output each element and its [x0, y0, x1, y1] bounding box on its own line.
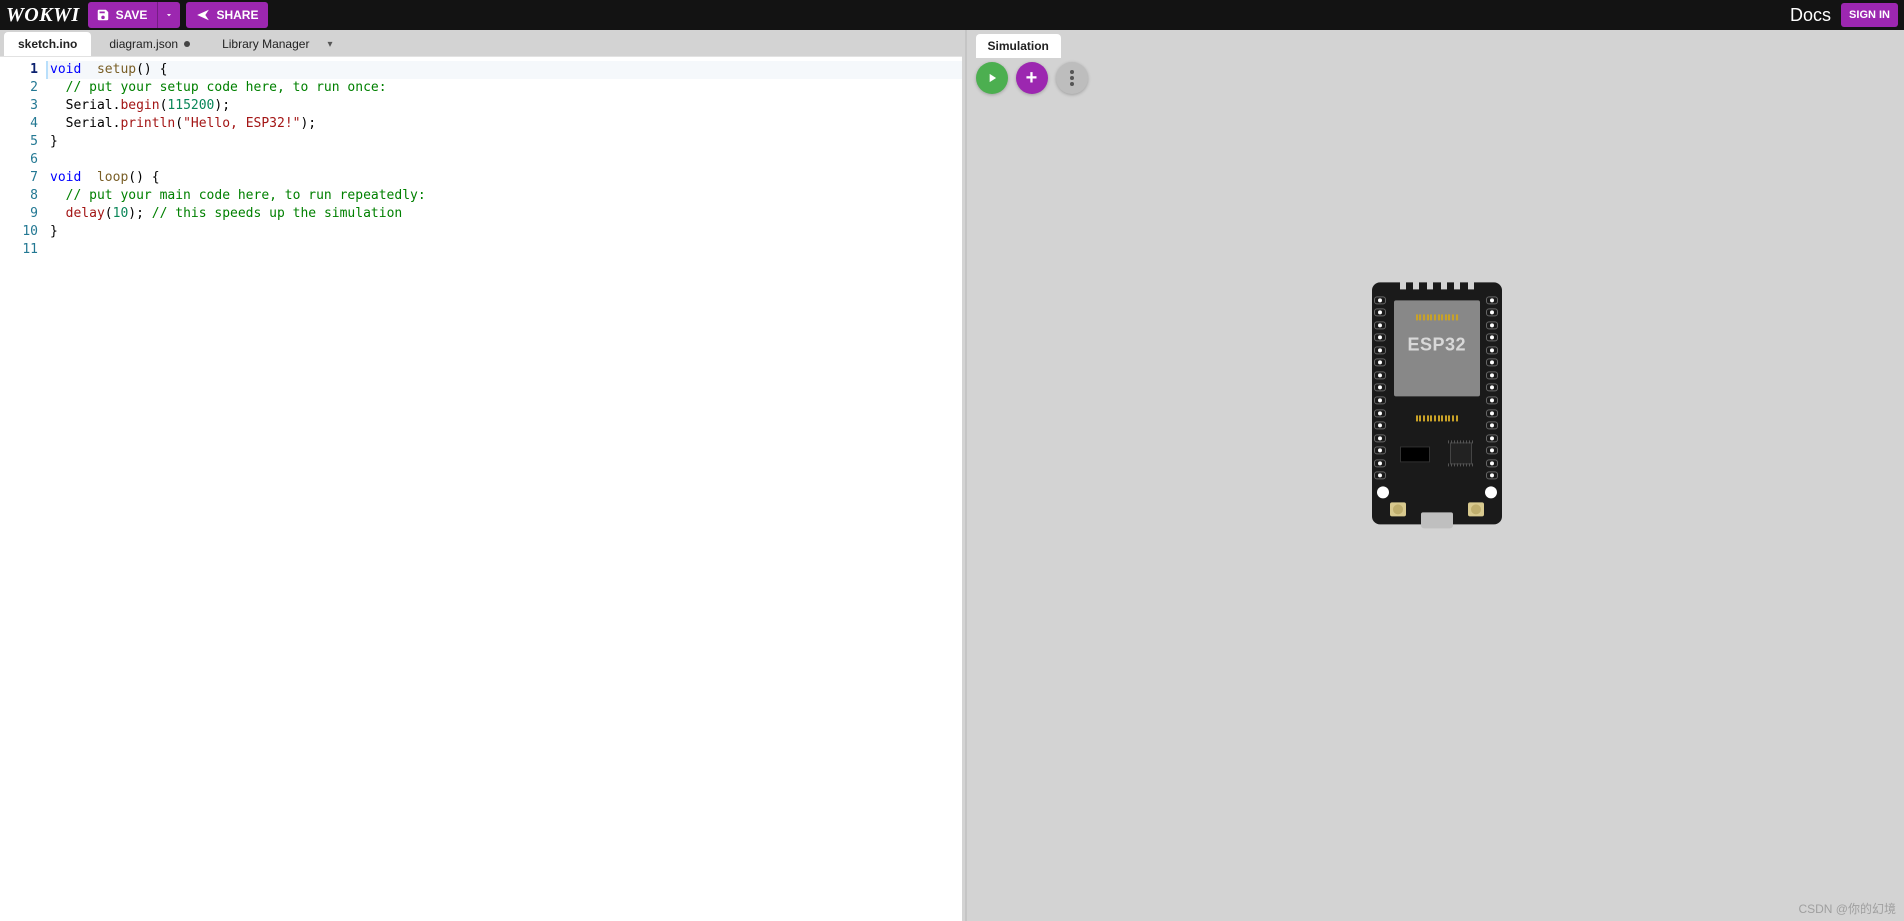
logo[interactable]: WOKWI [6, 4, 80, 27]
more-vert-icon [1070, 70, 1074, 86]
run-button[interactable] [976, 62, 1008, 94]
esp32-shield: ESP32 [1394, 300, 1480, 396]
code-line[interactable]: } [46, 223, 962, 241]
tab-diagram-json[interactable]: diagram.json [95, 32, 204, 56]
board-button-boot[interactable] [1468, 502, 1484, 516]
share-button[interactable]: SHARE [186, 2, 268, 28]
code-line[interactable]: // put your main code here, to run repea… [46, 187, 962, 205]
docs-link[interactable]: Docs [1790, 5, 1831, 26]
save-dropdown-button[interactable] [157, 2, 180, 28]
code-line[interactable] [46, 241, 962, 259]
topbar: WOKWI SAVE SHARE Docs SIGN IN [0, 0, 1904, 30]
esp32-board[interactable]: ESP32 [1372, 282, 1502, 524]
code-line[interactable]: Serial.println("Hello, ESP32!"); [46, 115, 962, 133]
share-label: SHARE [216, 8, 258, 22]
editor-tabs: sketch.inodiagram.jsonLibrary Manager▾ [0, 30, 962, 56]
dirty-dot-icon [184, 41, 190, 47]
code-area[interactable]: void setup() { // put your setup code he… [46, 57, 962, 921]
more-options-button[interactable] [1056, 62, 1088, 94]
code-editor[interactable]: 1234567891011 void setup() { // put your… [0, 56, 962, 921]
simulation-toolbar: + [976, 62, 1088, 94]
editor-pane: sketch.inodiagram.jsonLibrary Manager▾ 1… [0, 30, 962, 921]
save-button[interactable]: SAVE [88, 2, 158, 28]
save-button-group: SAVE [88, 2, 181, 28]
simulation-tabs: Simulation [976, 34, 1061, 58]
board-usb-port [1421, 512, 1453, 528]
caret-down-icon: ▾ [327, 39, 332, 50]
code-line[interactable]: Serial.begin(115200); [46, 97, 962, 115]
save-icon [96, 8, 110, 22]
tab-library-manager[interactable]: Library Manager▾ [208, 32, 346, 56]
simulation-pane: Simulation + ESP32 [970, 30, 1904, 921]
board-regulator [1400, 446, 1430, 462]
add-part-button[interactable]: + [1016, 62, 1048, 94]
caret-down-icon [164, 10, 174, 20]
pane-splitter[interactable] [962, 30, 970, 921]
code-line[interactable]: void loop() { [46, 169, 962, 187]
code-line[interactable]: delay(10); // this speeds up the simulat… [46, 205, 962, 223]
plus-icon: + [1026, 68, 1038, 88]
code-line[interactable]: void setup() { [46, 61, 962, 79]
workspace: sketch.inodiagram.jsonLibrary Manager▾ 1… [0, 30, 1904, 921]
esp32-label: ESP32 [1394, 334, 1480, 355]
board-chip [1450, 442, 1472, 464]
code-line[interactable]: // put your setup code here, to run once… [46, 79, 962, 97]
tab-simulation[interactable]: Simulation [976, 34, 1061, 58]
share-icon [196, 8, 210, 22]
play-icon [985, 71, 999, 85]
tab-sketch-ino[interactable]: sketch.ino [4, 32, 91, 56]
code-line[interactable] [46, 151, 962, 169]
board-button-en[interactable] [1390, 502, 1406, 516]
code-line[interactable]: } [46, 133, 962, 151]
save-label: SAVE [116, 8, 148, 22]
sign-in-button[interactable]: SIGN IN [1841, 3, 1898, 27]
watermark: CSDN @你的幻境 [1798, 900, 1896, 917]
line-number-gutter: 1234567891011 [0, 57, 46, 921]
